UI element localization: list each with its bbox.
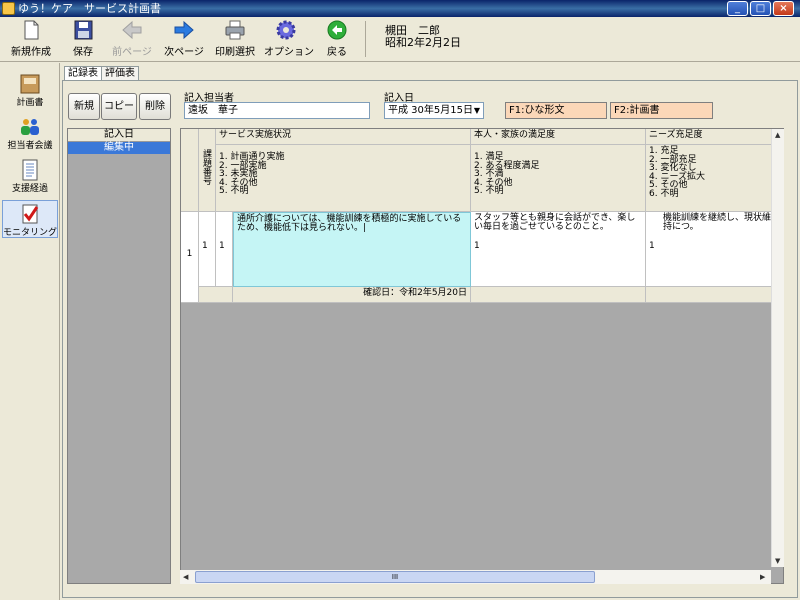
toolbar-separator [365, 21, 366, 57]
satisfaction-cell[interactable]: スタッフ等とも親身に会話ができ、楽しい毎日を過ごせているとのこと。 1 [471, 212, 646, 287]
maximize-button[interactable]: □ [750, 1, 771, 16]
confirm-date: 確認日：令和2年5月20日 [233, 287, 471, 303]
confirm-row-cell [471, 287, 646, 303]
needs-options: 1. 充足 2. 一部充足 3. 変化なし 4. ニーズ拡大 5. その他 6.… [646, 145, 776, 212]
service-code-cell[interactable]: 1 [216, 212, 233, 287]
people-icon [21, 119, 39, 135]
copy-record-button[interactable]: コピー [101, 93, 137, 120]
back-circle-icon [327, 20, 347, 40]
nav-item-support[interactable]: 支援経過 [2, 157, 58, 195]
scroll-left-icon[interactable]: ◀ [183, 573, 188, 581]
print-select-button[interactable]: 印刷選択 [214, 19, 256, 59]
monitoring-grid: 課題番号 サービス実施状況 本人・家族の満足度 ニーズ充足度 1. 計画通り実施… [180, 128, 784, 584]
issue-no-header: 課題番号 [199, 129, 216, 212]
window-title: ゆう！ケア サービス計画書 [18, 2, 161, 15]
option-text: 5. 不明 [474, 186, 504, 196]
confirm-row-spacer [199, 287, 233, 303]
author-field[interactable]: 遠坂 華子 [184, 102, 370, 119]
service-status-cell[interactable]: 通所介護については、機能訓練を積極的に実施しているため、機能低下は見られない。| [233, 212, 471, 287]
left-navigation: 計画書 担当者会議 支援経過 モニタリング [0, 63, 60, 600]
issue-number-cell: 1 [199, 212, 216, 287]
checklist-icon [22, 204, 39, 224]
right-arrow-icon [174, 20, 194, 40]
f1-template-button[interactable]: F1:ひな形文 [505, 102, 607, 119]
tab-record[interactable]: 記録表 [64, 66, 102, 81]
scroll-grip: III [391, 573, 399, 581]
nav-item-monitoring[interactable]: モニタリング [2, 200, 58, 238]
entry-date-value: 平成 30年5月15日 [388, 105, 473, 116]
floppy-icon [74, 20, 93, 40]
needs-text: 機能訓練を継続し、現状維持につ。 [663, 213, 772, 232]
new-create-button[interactable]: 新規作成 [10, 19, 52, 59]
gear-icon [276, 20, 296, 40]
notebook-icon [22, 159, 38, 181]
next-page-button[interactable]: 次ページ [163, 19, 205, 59]
scroll-up-icon[interactable]: ▲ [775, 131, 780, 139]
satisfaction-text: スタッフ等とも親身に会話ができ、楽しい毎日を過ごせているとのこと。 [474, 213, 636, 232]
service-options: 1. 計画通り実施 2. 一部実施 3. 未実施 4. その他 5. 不明 [216, 145, 471, 212]
date-list-header: 記入日 [68, 129, 170, 142]
row-header-corner [181, 129, 199, 212]
nav-item-planbook[interactable]: 計画書 [2, 71, 58, 109]
confirm-row-cell [646, 287, 776, 303]
horizontal-scrollbar[interactable]: ◀ III ▶ [180, 570, 771, 584]
f2-planbook-button[interactable]: F2:計画書 [610, 102, 713, 119]
delete-record-button[interactable]: 削除 [139, 93, 171, 120]
minimize-button[interactable]: _ [727, 1, 748, 16]
nav-item-meeting[interactable]: 担当者会議 [2, 114, 58, 152]
chevron-down-icon: ▼ [473, 106, 480, 115]
new-document-icon [24, 20, 39, 40]
satisfaction-options: 1. 満足 2. ある程度満足 3. 不満 4. その他 5. 不明 [471, 145, 646, 212]
date-list-selected-row[interactable]: 編集中 [68, 142, 170, 154]
scroll-right-icon[interactable]: ▶ [760, 573, 765, 581]
user-birthdate: 昭和2年2月2日 [385, 36, 461, 49]
left-arrow-icon [122, 20, 142, 40]
scroll-down-icon[interactable]: ▼ [775, 557, 780, 565]
vertical-scrollbar[interactable]: ▲ ▼ [771, 129, 784, 567]
satisfaction-code: 1 [474, 241, 480, 251]
needs-code: 1 [649, 241, 655, 251]
options-button[interactable]: オプション [264, 19, 314, 59]
printer-icon [225, 20, 245, 40]
nav-label-support: 支援経過 [11, 184, 48, 194]
app-icon [2, 2, 15, 15]
back-button[interactable]: 戻る [324, 19, 350, 59]
toolbar: 新規作成 保存 前ページ 次ページ 印刷選択 オプション 戻る 槻田 二郎 昭和… [0, 17, 800, 62]
option-text: 5. 不明 [219, 186, 249, 196]
nav-label-meeting: 担当者会議 [7, 141, 53, 151]
planbook-icon [20, 74, 40, 94]
entry-date-select[interactable]: 平成 30年5月15日 ▼ [384, 102, 484, 119]
column-header-service: サービス実施状況 [216, 129, 471, 145]
scroll-thumb[interactable]: III [195, 571, 595, 583]
column-header-satisfaction: 本人・家族の満足度 [471, 129, 646, 145]
row-number: 1 [181, 212, 199, 303]
nav-label-planbook: 計画書 [16, 98, 44, 108]
tab-evaluation[interactable]: 評価表 [101, 66, 139, 80]
needs-cell[interactable]: 機能訓練を継続し、現状維持につ。 1 [646, 212, 776, 287]
title-bar: ゆう！ケア サービス計画書 _ □ × [0, 0, 800, 17]
new-record-button[interactable]: 新規 [68, 93, 100, 120]
close-button[interactable]: × [773, 1, 794, 16]
column-header-needs: ニーズ充足度 [646, 129, 776, 145]
option-text: 6. 不明 [649, 188, 679, 199]
date-list: 記入日 編集中 [67, 128, 171, 584]
option-text: 4. その他 [219, 177, 258, 188]
nav-label-monitoring: モニタリング [3, 228, 58, 238]
prev-page-button[interactable]: 前ページ [110, 19, 154, 59]
save-button[interactable]: 保存 [68, 19, 98, 59]
user-info: 槻田 二郎 昭和2年2月2日 [385, 25, 461, 49]
